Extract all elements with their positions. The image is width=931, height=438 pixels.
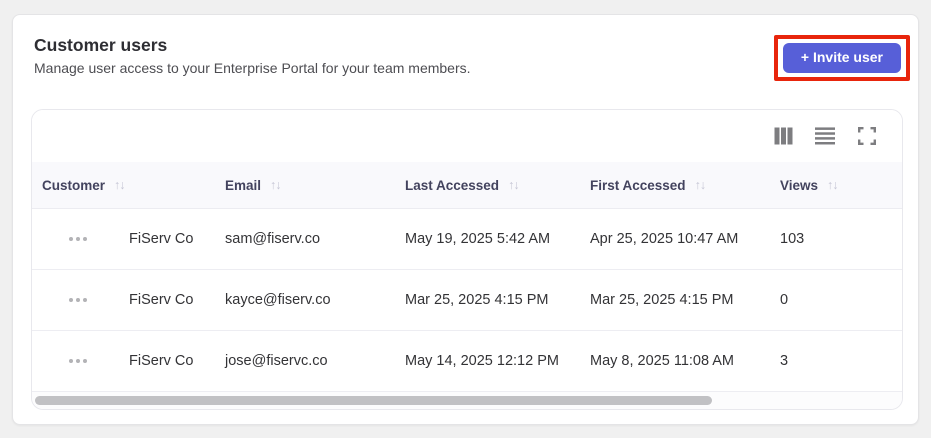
- horizontal-scrollbar-thumb[interactable]: [35, 396, 712, 405]
- panel-title-block: Customer users Manage user access to you…: [34, 34, 471, 78]
- columns-icon[interactable]: [773, 126, 793, 146]
- page-subtitle: Manage user access to your Enterprise Po…: [34, 60, 471, 76]
- cell-first_accessed: Mar 25, 2025 4:15 PM: [590, 292, 734, 308]
- annotation-highlight-box: + Invite user: [773, 35, 910, 81]
- column-header-last_accessed[interactable]: Last Accessed ↑↓: [395, 178, 580, 193]
- column-label: Last Accessed: [405, 177, 500, 193]
- cell-views: 3: [780, 353, 789, 369]
- sort-icon: ↑↓: [270, 177, 281, 192]
- cell-last_accessed: May 19, 2025 5:42 AM: [405, 231, 551, 247]
- fullscreen-icon[interactable]: [857, 126, 877, 146]
- column-label: Email: [225, 177, 262, 193]
- cell-last_accessed: May 14, 2025 12:12 PM: [405, 353, 559, 369]
- horizontal-scrollbar: [32, 392, 902, 409]
- panel-header: Customer users Manage user access to you…: [13, 15, 918, 81]
- cell-customer: FiServ Co: [32, 231, 215, 247]
- users-table: Customer ↑↓ Email ↑↓ Last Accessed ↑↓ First Ac…: [31, 109, 903, 410]
- cell-views: 0: [780, 292, 789, 308]
- column-label: First Accessed: [590, 177, 686, 193]
- column-label: Views: [780, 177, 819, 193]
- cell-email: kayce@fiserv.co: [225, 292, 331, 308]
- column-header-views[interactable]: Views ↑↓: [770, 178, 902, 193]
- customer-name: FiServ Co: [129, 231, 194, 247]
- cell-email: sam@fiserv.co: [225, 231, 321, 247]
- sort-icon: ↑↓: [694, 177, 706, 192]
- column-label: Customer: [42, 177, 106, 193]
- row-actions-icon[interactable]: [67, 294, 89, 306]
- row-density-icon[interactable]: [815, 126, 835, 146]
- column-header-customer[interactable]: Customer ↑↓: [32, 178, 215, 193]
- customer-name: FiServ Co: [129, 353, 194, 369]
- table-row: FiServ Co kayce@fiserv.co Mar 25, 2025 4:1…: [32, 270, 902, 331]
- invite-user-button[interactable]: + Invite user: [782, 43, 901, 73]
- row-actions-icon[interactable]: [67, 355, 89, 367]
- table-toolbar: [32, 110, 902, 162]
- page-title: Customer users: [34, 35, 168, 55]
- cell-email: jose@fiservc.co: [225, 353, 328, 369]
- cell-customer: FiServ Co: [32, 292, 215, 308]
- cell-customer: FiServ Co: [32, 353, 215, 369]
- table-row: FiServ Co jose@fiservc.co May 14, 2025 12:…: [32, 331, 902, 392]
- customer-name: FiServ Co: [129, 292, 194, 308]
- cell-first_accessed: Apr 25, 2025 10:47 AM: [590, 231, 739, 247]
- table-row: FiServ Co sam@fiserv.co May 19, 2025 5:42 …: [32, 209, 902, 270]
- cell-views: 103: [780, 231, 805, 247]
- row-actions-icon[interactable]: [67, 233, 89, 245]
- column-header-email[interactable]: Email ↑↓: [215, 178, 395, 193]
- sort-icon: ↑↓: [508, 177, 519, 192]
- table-body: FiServ Co sam@fiserv.co May 19, 2025 5:42 …: [32, 209, 902, 392]
- cell-last_accessed: Mar 25, 2025 4:15 PM: [405, 292, 549, 308]
- customer-users-panel: Customer users Manage user access to you…: [12, 14, 919, 425]
- sort-icon: ↑↓: [114, 177, 125, 192]
- table-header-row: Customer ↑↓ Email ↑↓ Last Accessed ↑↓ First Ac…: [32, 162, 902, 209]
- sort-icon: ↑↓: [827, 177, 838, 192]
- cell-first_accessed: May 8, 2025 11:08 AM: [590, 353, 735, 369]
- column-header-first_accessed[interactable]: First Accessed ↑↓: [580, 178, 770, 193]
